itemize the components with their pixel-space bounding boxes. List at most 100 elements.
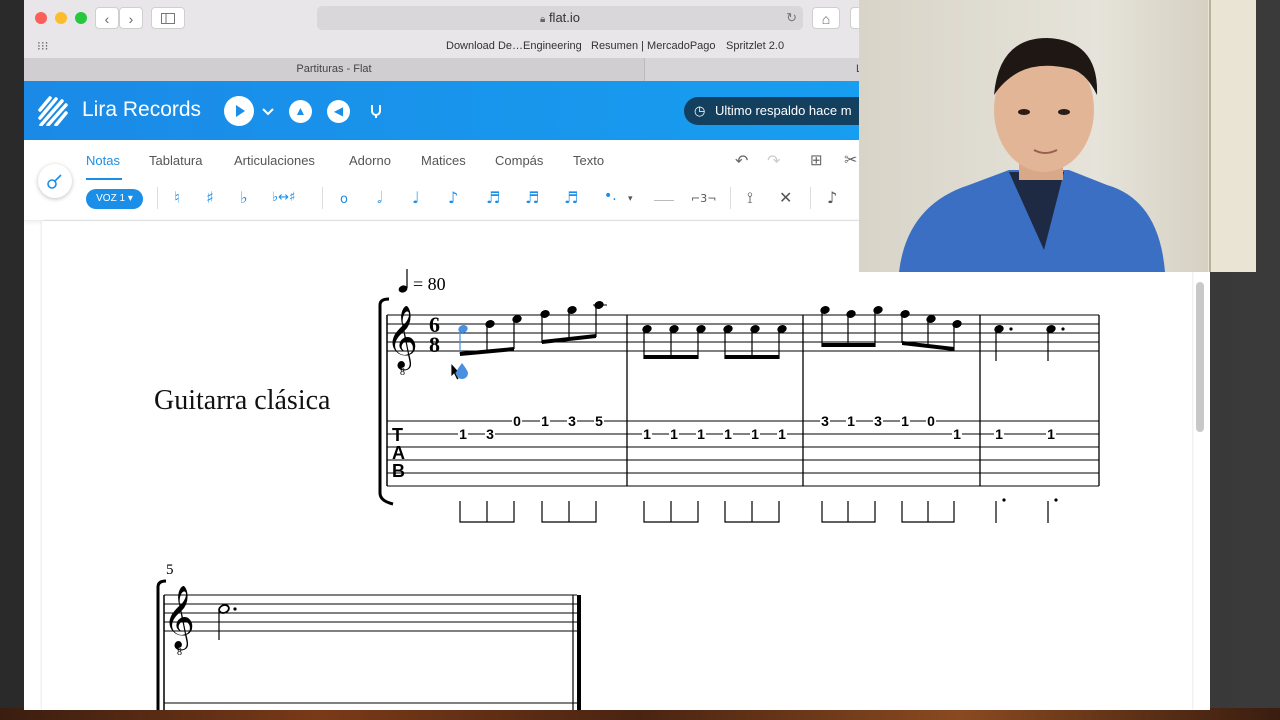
tab-letter-t: T [392, 425, 403, 445]
zoom-window-button[interactable] [75, 12, 87, 24]
sidebar-toggle-button[interactable] [151, 7, 185, 29]
play-button[interactable] [224, 96, 254, 126]
thirty-second-note-icon[interactable]: ♬ [525, 188, 539, 207]
tab-number[interactable]: 1 [901, 413, 909, 429]
beam [725, 355, 779, 359]
apps-grid-icon[interactable]: ⁝⁝⁝ [37, 39, 48, 53]
tab-number[interactable]: 1 [778, 426, 786, 442]
tab-number[interactable]: 1 [847, 413, 855, 429]
delete-note-icon[interactable]: ✕ [779, 188, 792, 207]
instrument-name[interactable]: Guitarra clásica [154, 385, 331, 416]
chevron-down-icon[interactable] [261, 107, 275, 116]
divider [730, 187, 731, 209]
tab-tablatura[interactable]: Tablatura [149, 153, 202, 168]
whole-note-icon[interactable]: o [340, 192, 348, 207]
instrument-button[interactable] [38, 164, 72, 198]
tab-partituras[interactable]: Partituras - Flat [24, 58, 645, 81]
url-text: flat.io [548, 10, 581, 25]
note-head[interactable] [484, 319, 496, 329]
bookmark-2[interactable]: Resumen | MercadoPago [591, 40, 716, 52]
tab-number[interactable]: 3 [874, 413, 882, 429]
rhythm-dot [1002, 498, 1006, 502]
stem-direction-icon[interactable]: ⟟ [747, 188, 753, 208]
tab-number[interactable]: 5 [595, 413, 603, 429]
natural-icon[interactable]: ♮ [174, 188, 180, 207]
bookmark-3[interactable]: Spritzlet 2.0 [726, 40, 784, 52]
tab-number[interactable]: 0 [513, 413, 521, 429]
grace-note-icon[interactable]: ♪ [827, 188, 837, 207]
tab-compas[interactable]: Compás [495, 153, 543, 168]
voice-selector[interactable]: VOZ 1 ▾ [86, 189, 143, 209]
backup-status-text: Ultimo respaldo hace m [715, 103, 852, 118]
tab-number[interactable]: 3 [568, 413, 576, 429]
tab-number[interactable]: 1 [670, 426, 678, 442]
tab-number[interactable]: 1 [953, 426, 961, 442]
measure-3[interactable] [819, 305, 963, 351]
tuplet-icon[interactable]: ⌐3¬ [691, 192, 716, 205]
door-frame [1208, 0, 1256, 272]
sixteenth-note-icon[interactable]: ♬ [486, 188, 500, 207]
tab-number[interactable]: 1 [751, 426, 759, 442]
scissors-icon[interactable]: ✂ [844, 150, 857, 170]
reload-icon[interactable]: ↻ [786, 6, 797, 30]
note-head[interactable] [566, 305, 578, 315]
tab-number[interactable]: 1 [1047, 426, 1055, 442]
measure-2[interactable] [641, 324, 788, 359]
lock-icon: 🔒︎ [539, 14, 546, 25]
measure-1[interactable] [457, 300, 607, 356]
close-window-button[interactable] [35, 12, 47, 24]
beam [644, 355, 698, 359]
measure-number: 5 [166, 562, 174, 578]
tempo-marking[interactable]: = 80 [398, 269, 446, 294]
eighth-note-icon[interactable]: ♪ [448, 188, 458, 207]
tab-texto[interactable]: Texto [573, 153, 604, 168]
tab-number[interactable]: 1 [724, 426, 732, 442]
volume-button[interactable]: ◀ [327, 100, 350, 123]
sixty-fourth-note-icon[interactable]: ♬ [564, 188, 578, 207]
tab-notas[interactable]: Notas [86, 153, 120, 168]
tab-adorno[interactable]: Adorno [349, 153, 391, 168]
tab-number[interactable]: 3 [821, 413, 829, 429]
tab-articulaciones[interactable]: Articulaciones [234, 153, 315, 168]
tab-letter-b: B [392, 461, 405, 481]
tab-matices[interactable]: Matices [421, 153, 466, 168]
sharp-icon[interactable]: ♯ [206, 188, 214, 207]
tie-icon[interactable] [654, 200, 674, 201]
tab-number[interactable]: 1 [697, 426, 705, 442]
flat-icon[interactable]: ♭ [240, 188, 248, 207]
quarter-note-icon[interactable]: ♩ [412, 188, 420, 207]
treble-clef-icon: 𝄞 [386, 305, 418, 371]
system-2-staff [164, 594, 577, 704]
dot-options-chevron-icon[interactable]: ▾ [628, 193, 633, 204]
lira-logo-icon[interactable] [38, 96, 68, 126]
tab-number[interactable]: 1 [541, 413, 549, 429]
enharmonic-icon[interactable]: ♭↔♯ [272, 190, 295, 205]
redo-icon[interactable]: ↷ [767, 151, 780, 171]
vertical-scrollbar[interactable] [1196, 282, 1204, 432]
half-note-icon[interactable]: 𝅗𝅥 [377, 188, 382, 208]
undo-icon[interactable]: ↶ [735, 151, 748, 171]
back-button[interactable]: ‹ [95, 7, 119, 29]
presenter-video [859, 0, 1256, 272]
tab-number[interactable]: 1 [643, 426, 651, 442]
bookmark-1[interactable]: Download De…Engineering [446, 40, 582, 52]
rhythm-dot [1054, 498, 1058, 502]
home-button[interactable]: ⌂ [812, 7, 840, 29]
drag-handle-icon[interactable] [456, 363, 468, 379]
tab-title: Partituras - Flat [296, 63, 372, 75]
tab-number[interactable]: 1 [995, 426, 1003, 442]
tab-number[interactable]: 3 [486, 426, 494, 442]
dotted-note-icon[interactable]: •. [604, 188, 617, 204]
minimize-window-button[interactable] [55, 12, 67, 24]
tab-number[interactable]: 0 [927, 413, 935, 429]
note-head[interactable] [539, 309, 551, 319]
tab-number[interactable]: 1 [459, 426, 467, 442]
metronome-button[interactable]: ▲ [289, 100, 312, 123]
address-bar[interactable]: 🔒︎ flat.io ↻ [317, 6, 803, 30]
add-measure-icon[interactable]: ⊞ [810, 151, 823, 169]
speaker-icon: ◀ [333, 104, 344, 118]
forward-button[interactable]: › [119, 7, 143, 29]
tuning-fork-icon[interactable] [368, 103, 384, 119]
backup-status-pill[interactable]: ◷ Ultimo respaldo hace m [684, 97, 874, 125]
clock-icon: ◷ [694, 103, 706, 118]
